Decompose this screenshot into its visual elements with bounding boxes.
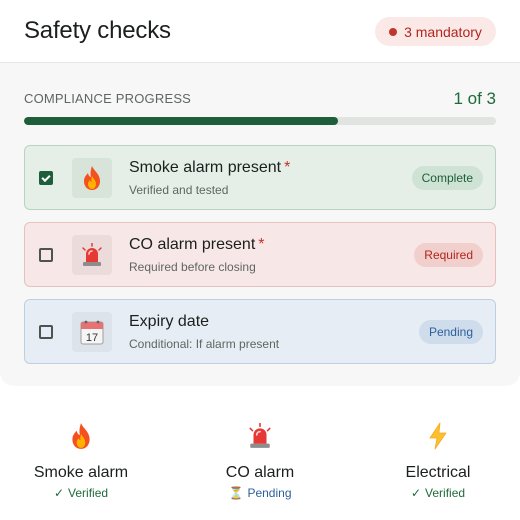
progress-bar-fill — [24, 117, 338, 125]
check-item-expiry-date[interactable]: 17 Expiry date Conditional: If alarm pre… — [24, 299, 496, 364]
checkbox-checked[interactable] — [39, 171, 53, 185]
check-mark-icon: ✓ — [53, 486, 65, 500]
dot-icon — [389, 27, 398, 36]
mandatory-badge-label: 3 mandatory — [404, 23, 482, 40]
status-badge-required: Required — [414, 243, 483, 267]
fire-icon — [1, 420, 161, 452]
siren-icon — [180, 420, 340, 452]
progress-count: 1 of 3 — [453, 89, 496, 108]
svg-text:17: 17 — [86, 332, 98, 344]
check-item-title: CO alarm present * — [129, 236, 265, 253]
status-badge-complete: Complete — [411, 166, 483, 190]
fire-icon — [72, 158, 112, 198]
progress-bar — [24, 117, 496, 125]
calendar-icon: 17 — [72, 312, 112, 352]
summary-label: Electrical — [405, 464, 471, 481]
summary-smoke-alarm: Smoke alarm ✓ Verified — [1, 420, 161, 500]
check-item-smoke-alarm[interactable]: Smoke alarm present * Verified and tested… — [24, 145, 496, 210]
safety-checks-card: Safety checks 3 mandatory COMPLIANCE PRO… — [0, 0, 520, 386]
summary-co-alarm: CO alarm ⏳ Pending — [180, 420, 340, 500]
summary-status: ⏳ Pending — [228, 486, 292, 500]
check-item-subtitle: Required before closing — [129, 260, 256, 274]
required-asterisk: * — [284, 159, 291, 176]
check-item-subtitle: Conditional: If alarm present — [129, 337, 280, 351]
check-item-subtitle: Verified and tested — [129, 183, 229, 197]
card-header: Safety checks 3 mandatory — [0, 0, 520, 63]
summary-label: CO alarm — [225, 464, 295, 481]
lightning-icon — [358, 420, 518, 452]
check-mark-icon: ✓ — [410, 486, 422, 500]
summary-label: Smoke alarm — [33, 464, 129, 481]
summary-status: ✓ Verified — [410, 486, 466, 500]
progress-label: COMPLIANCE PROGRESS — [24, 91, 192, 106]
hourglass-icon: ⏳ — [228, 486, 244, 500]
summary-status: ✓ Verified — [53, 486, 109, 500]
mandatory-badge: 3 mandatory — [375, 17, 496, 46]
checkbox-unchecked[interactable] — [39, 248, 53, 262]
siren-icon — [72, 235, 112, 275]
check-item-title: Expiry date — [129, 313, 210, 330]
check-item-co-alarm[interactable]: CO alarm present * Required before closin… — [24, 222, 496, 287]
checkbox-unchecked[interactable] — [39, 325, 53, 339]
required-asterisk: * — [258, 236, 265, 253]
check-item-title: Smoke alarm present * — [129, 159, 291, 176]
summary-electrical: Electrical ✓ Verified — [358, 420, 518, 500]
status-badge-pending: Pending — [418, 320, 483, 344]
page-title: Safety checks — [24, 17, 171, 44]
